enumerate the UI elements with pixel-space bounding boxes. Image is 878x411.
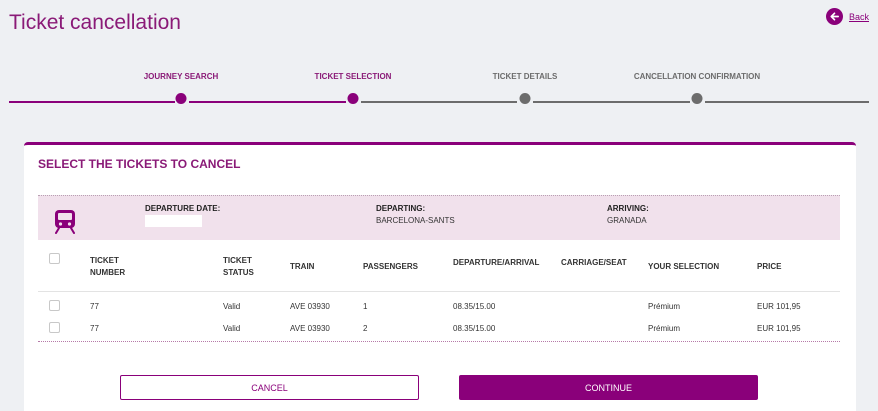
card-title: SELECT THE TICKETS TO CANCEL: [38, 157, 241, 171]
header-passengers: PASSENGERS: [363, 262, 418, 271]
header-carriage-seat: CARRIAGE/SEAT: [561, 258, 627, 267]
departing-field: DEPARTING: BARCELONA-SANTS: [376, 204, 455, 225]
your-selection: Prémium: [648, 302, 681, 311]
header-train: TRAIN: [290, 262, 315, 271]
cancel-button[interactable]: CANCEL: [120, 375, 419, 400]
step-line-2: [189, 101, 346, 103]
ticket-status: Valid: [223, 302, 241, 311]
header-your-selection: YOUR SELECTION: [648, 262, 720, 271]
departure-arrival: 08.35/15.00: [453, 324, 496, 333]
departure-arrival: 08.35/15.00: [453, 302, 496, 311]
header-ticket-status: TICKET STATUS: [223, 256, 254, 277]
ticket-checkbox[interactable]: [49, 300, 60, 311]
ticket-status: Valid: [223, 324, 241, 333]
continue-button[interactable]: CONTINUE: [459, 375, 758, 400]
ticket-number: 77: [90, 324, 99, 333]
passengers: 1: [363, 302, 368, 311]
step-line-1: [9, 101, 175, 103]
train-number: AVE 03930: [290, 324, 330, 333]
step-line-3: [361, 101, 517, 103]
step-ticket-details: TICKET DETAILS: [492, 72, 558, 81]
header-ticket-number: TICKET NUMBER: [90, 256, 126, 277]
page-title: Ticket cancellation: [9, 11, 181, 34]
arriving-label: ARRIVING:: [607, 204, 649, 213]
departure-date-field: DEPARTURE DATE:: [145, 204, 220, 227]
passengers: 2: [363, 324, 368, 333]
step-dot-current: [347, 93, 359, 104]
back-link[interactable]: Back: [825, 8, 869, 25]
departing-value: BARCELONA-SANTS: [376, 216, 455, 225]
step-dot-done: [175, 93, 187, 104]
header-departure-arrival: DEPARTURE/ARRIVAL: [453, 258, 540, 267]
progress-stepper: JOURNEY SEARCH TICKET SELECTION TICKET D…: [0, 68, 878, 108]
departure-date-label: DEPARTURE DATE:: [145, 204, 221, 213]
select-all-checkbox[interactable]: [49, 253, 60, 264]
step-dot-pending: [519, 93, 531, 104]
journey-summary: DEPARTURE DATE: DEPARTING: BARCELONA-SAN…: [38, 195, 840, 240]
table-bottom-separator: [38, 341, 840, 342]
arrow-left-icon: [825, 8, 843, 25]
step-line-4: [533, 101, 690, 103]
header-price: PRICE: [757, 262, 782, 271]
arriving-value: GRANADA: [607, 216, 647, 225]
step-cancellation-confirmation: CANCELLATION CONFIRMATION: [633, 72, 761, 81]
price: EUR 101,95: [757, 324, 801, 333]
price: EUR 101,95: [757, 302, 801, 311]
train-number: AVE 03930: [290, 302, 330, 311]
your-selection: Prémium: [648, 324, 681, 333]
departing-label: DEPARTING:: [376, 204, 426, 213]
header-separator: [38, 291, 840, 292]
step-journey-search: JOURNEY SEARCH: [143, 72, 219, 81]
step-dot-pending: [691, 93, 703, 104]
step-line-5: [705, 101, 869, 103]
departure-date-value: [145, 215, 202, 227]
back-label: Back: [848, 11, 869, 22]
train-icon: [54, 210, 76, 234]
arriving-field: ARRIVING: GRANADA: [607, 204, 649, 225]
step-ticket-selection: TICKET SELECTION: [314, 72, 392, 81]
ticket-number: 77: [90, 302, 99, 311]
ticket-checkbox[interactable]: [49, 322, 60, 333]
ticket-selection-card: SELECT THE TICKETS TO CANCEL DEPARTURE D…: [24, 142, 856, 411]
